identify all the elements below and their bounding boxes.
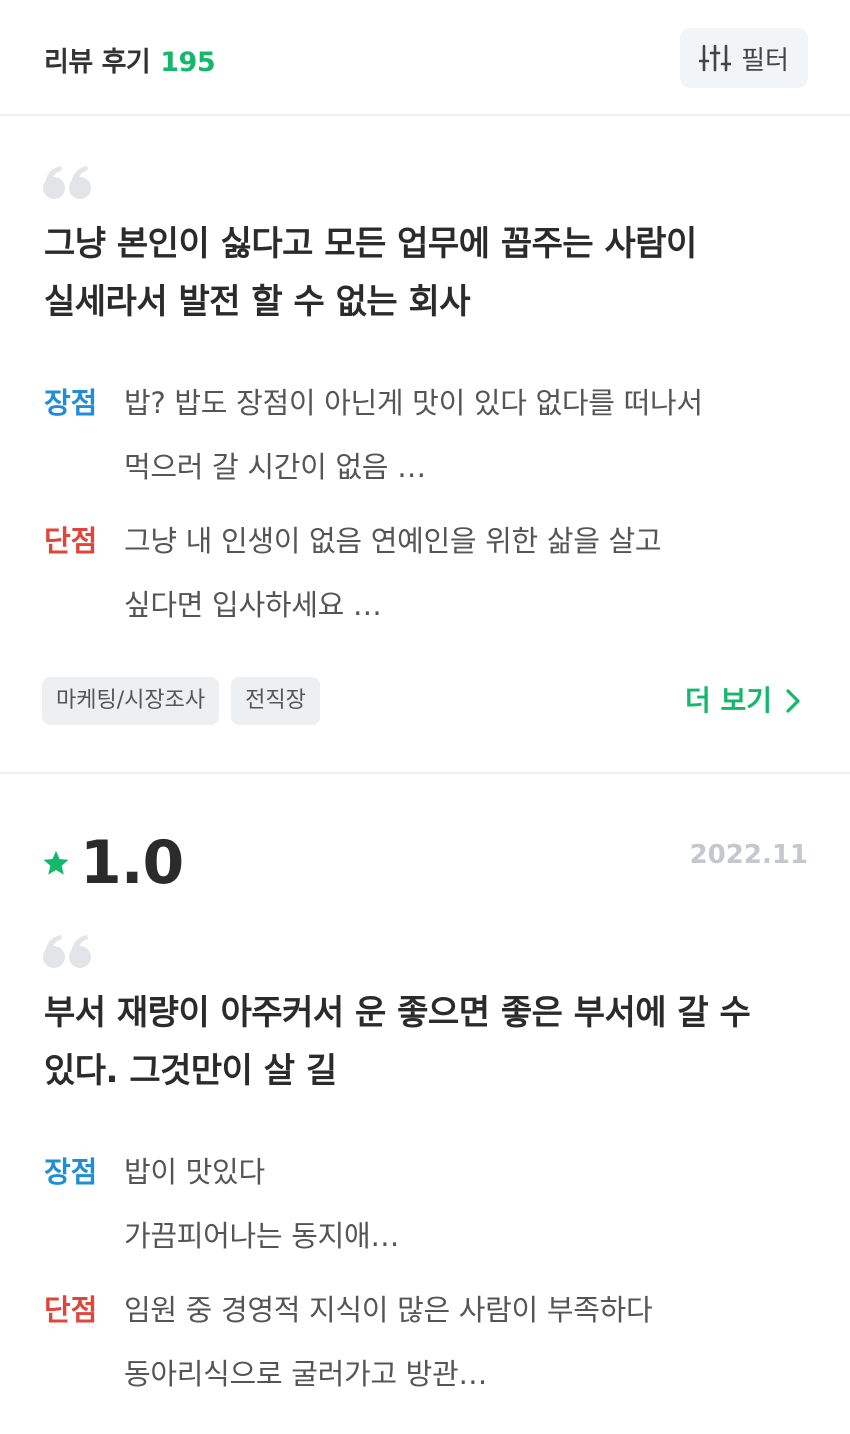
pros-text-line: 가끔피어나는 동지애…	[124, 1219, 400, 1253]
review-title: 부서 재량이 아주커서 운 좋으면 좋은 부서에 갈 수 있다. 그것만이 살 …	[44, 984, 804, 1100]
filter-label: 필터	[741, 45, 789, 76]
rating: 1.0	[42, 828, 184, 898]
review-title-line: 실세라서 발전 할 수 없는 회사	[44, 282, 471, 322]
tag-employment-status: 전직장	[231, 677, 320, 725]
cons-label: 단점	[44, 1293, 98, 1327]
pros-label: 장점	[44, 1155, 98, 1189]
reviews-header: 리뷰 후기 195 필터	[0, 0, 850, 116]
cons-section: 단점 임원 중 경영적 지식이 많은 사람이 부족하다 동아리식으로 굴러가고 …	[44, 1278, 814, 1406]
quote-icon	[43, 166, 91, 199]
pros-section: 장점 밥? 밥도 장점이 아닌게 맛이 있다 없다를 떠나서 먹으러 갈 시간이…	[44, 371, 814, 499]
review-date: 2022.11	[689, 840, 808, 870]
filter-icon	[699, 44, 732, 72]
review-title-line: 있다. 그것만이 살 길	[44, 1051, 337, 1091]
rating-value: 1.0	[80, 828, 184, 898]
reviews-title: 리뷰 후기 195	[44, 40, 216, 79]
cons-text-line: 임원 중 경영적 지식이 많은 사람이 부족하다	[124, 1293, 653, 1327]
review-card: 1.0 2022.11 부서 재량이 아주커서 운 좋으면 좋은 부서에 갈 수…	[0, 776, 850, 1434]
review-card: 그냥 본인이 싫다고 모든 업무에 꼽주는 사람이 실세라서 발전 할 수 없는…	[0, 117, 850, 774]
more-label: 더 보기	[684, 684, 772, 717]
review-title-line: 그냥 본인이 싫다고 모든 업무에 꼽주는 사람이	[44, 224, 697, 264]
tag-list: 마케팅/시장조사 전직장	[42, 677, 332, 725]
pros-text-line: 먹으러 갈 시간이 없음 …	[124, 450, 426, 484]
filter-button[interactable]: 필터	[680, 28, 808, 88]
cons-text-line: 싶다면 입사하세요 …	[124, 588, 382, 622]
star-icon	[43, 850, 69, 875]
cons-text-line: 그냥 내 인생이 없음 연예인을 위한 삶을 살고	[124, 524, 662, 558]
cons-label: 단점	[44, 524, 98, 558]
cons-text: 임원 중 경영적 지식이 많은 사람이 부족하다 동아리식으로 굴러가고 방관…	[124, 1278, 804, 1406]
pros-text-line: 밥? 밥도 장점이 아닌게 맛이 있다 없다를 떠나서	[124, 386, 703, 420]
pros-text-line: 밥이 맛있다	[124, 1155, 265, 1189]
cons-text: 그냥 내 인생이 없음 연예인을 위한 삶을 살고 싶다면 입사하세요 …	[124, 509, 804, 637]
cons-section: 단점 그냥 내 인생이 없음 연예인을 위한 삶을 살고 싶다면 입사하세요 …	[44, 509, 814, 637]
pros-text: 밥? 밥도 장점이 아닌게 맛이 있다 없다를 떠나서 먹으러 갈 시간이 없음…	[124, 371, 804, 499]
reviews-title-label: 리뷰 후기	[44, 47, 151, 78]
cons-text-line: 동아리식으로 굴러가고 방관…	[124, 1357, 488, 1391]
chevron-right-icon	[786, 689, 800, 713]
pros-text: 밥이 맛있다 가끔피어나는 동지애…	[124, 1140, 804, 1268]
review-title-line: 부서 재량이 아주커서 운 좋으면 좋은 부서에 갈 수	[44, 993, 751, 1033]
pros-section: 장점 밥이 맛있다 가끔피어나는 동지애…	[44, 1140, 814, 1268]
reviews-count: 195	[160, 47, 216, 78]
tag-job-category: 마케팅/시장조사	[42, 677, 220, 725]
pros-label: 장점	[44, 386, 98, 420]
more-button[interactable]: 더 보기	[685, 677, 800, 725]
quote-icon	[43, 935, 91, 968]
review-title: 그냥 본인이 싫다고 모든 업무에 꼽주는 사람이 실세라서 발전 할 수 없는…	[44, 215, 804, 331]
